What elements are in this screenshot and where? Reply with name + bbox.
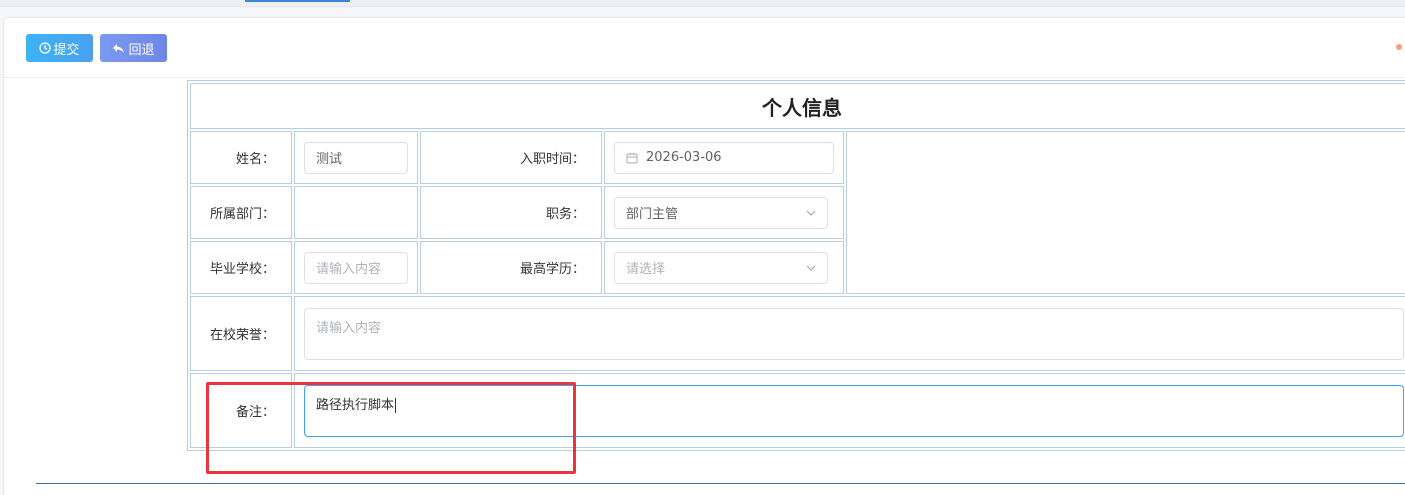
remarks-textarea-value: 路径执行脚本 (316, 397, 395, 413)
education-label: 最高学历： (420, 241, 602, 294)
back-button[interactable]: 回退 (100, 34, 167, 62)
department-label: 所属部门： (190, 186, 292, 239)
department-value (294, 186, 418, 239)
school-input[interactable]: 请输入内容 (304, 251, 408, 284)
position-select[interactable]: 部门主管 (614, 196, 828, 229)
text-caret (395, 397, 397, 413)
chevron-down-icon (806, 210, 816, 216)
submit-button-label: 提交 (53, 42, 80, 58)
personal-info-table: 个人信息 姓名： 测试 入职时间： 2026-03-06 所属部门： 职务： 部… (187, 80, 1405, 451)
name-input-value: 测试 (316, 152, 343, 167)
share-icon[interactable] (1394, 38, 1405, 56)
chevron-down-icon (806, 265, 816, 271)
education-select-placeholder: 请选择 (626, 262, 666, 277)
education-select[interactable]: 请选择 (614, 251, 828, 284)
remarks-textarea[interactable]: 路径执行脚本 (304, 384, 1404, 437)
top-tab-strip (0, 0, 1405, 7)
toolbar: 提交 回退 (4, 18, 1405, 78)
clock-icon (39, 42, 52, 54)
hire-date-value: 2026-03-06 (646, 150, 722, 165)
back-button-label: 回退 (128, 42, 155, 58)
hire-date-label: 入职时间： (420, 131, 602, 184)
photo-area (846, 131, 1405, 294)
honors-textarea-placeholder: 请输入内容 (316, 320, 382, 336)
remarks-label: 备注： (190, 373, 292, 448)
calendar-icon (626, 152, 638, 164)
name-input[interactable]: 测试 (304, 141, 408, 174)
school-input-placeholder: 请输入内容 (316, 262, 382, 277)
active-tab-indicator (245, 0, 350, 2)
position-select-value: 部门主管 (626, 207, 679, 222)
bottom-divider (36, 483, 1405, 484)
honors-label: 在校荣誉： (190, 296, 292, 371)
form-title: 个人信息 (190, 83, 1405, 129)
submit-button[interactable]: 提交 (26, 34, 93, 62)
honors-textarea[interactable]: 请输入内容 (304, 307, 1404, 360)
name-label: 姓名： (190, 131, 292, 184)
hire-date-picker[interactable]: 2026-03-06 (614, 141, 834, 174)
reply-icon (112, 42, 126, 54)
school-label: 毕业学校： (190, 241, 292, 294)
position-label: 职务： (420, 186, 602, 239)
